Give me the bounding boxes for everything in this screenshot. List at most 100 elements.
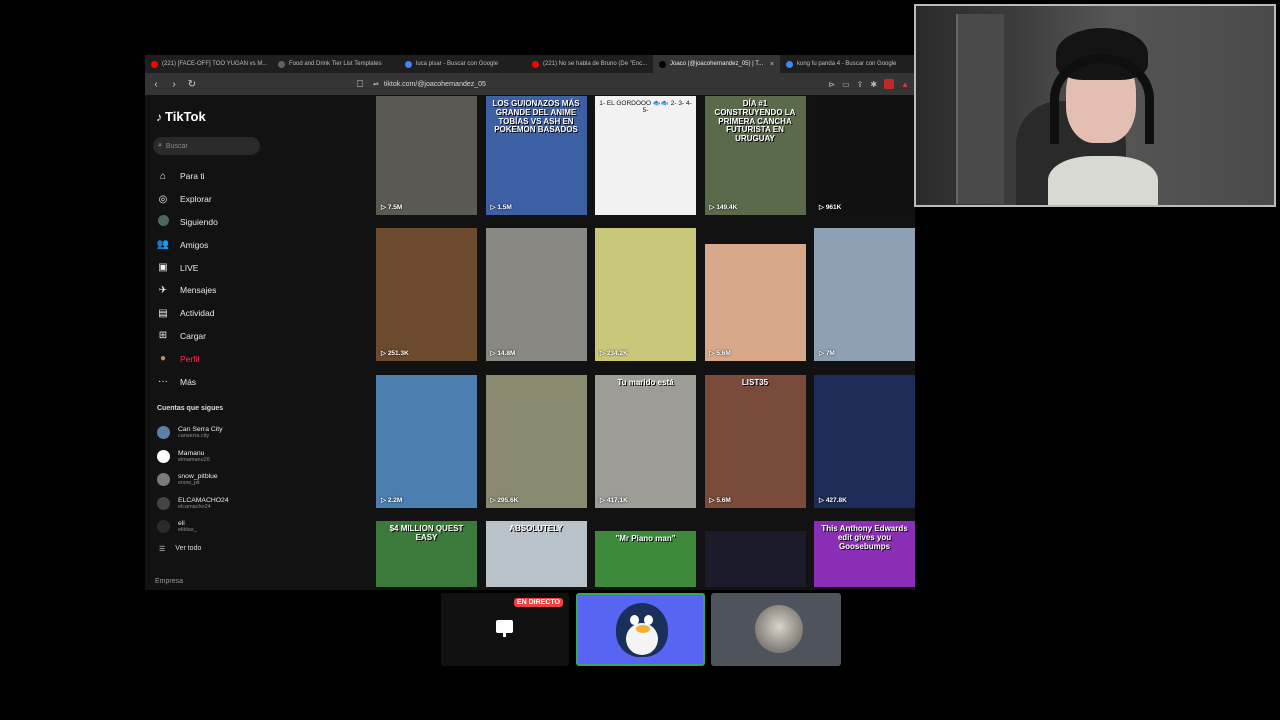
extension-icon[interactable]: ✱ xyxy=(870,80,877,89)
browser-toolbar-icons: ⊳ ▭ ⇪ ✱ ▲ xyxy=(828,79,909,89)
following-item[interactable]: ELCAMACHO24 elcamacho24 xyxy=(157,492,229,516)
nav-item-ms[interactable]: ··· Más xyxy=(156,370,218,393)
call-tile-screenshare[interactable]: EN DIRECTO xyxy=(441,593,569,666)
video-thumbnail[interactable]: "Mr Piano man" xyxy=(595,531,696,587)
nav-item-cargar[interactable]: ⊞ Cargar xyxy=(156,325,218,348)
nav-label: Explorar xyxy=(180,194,212,205)
browser-tab[interactable]: luca pisar - Buscar con Google xyxy=(399,55,526,73)
video-thumbnail[interactable]: This Anthony Edwards edit gives you Goos… xyxy=(814,521,915,587)
video-thumbnail[interactable]: ▷ 295.6K xyxy=(485,375,587,508)
tiktok-logo[interactable]: ♪ TikTok xyxy=(156,109,206,124)
site-info-icon[interactable]: ⇌ xyxy=(373,80,379,88)
following-name: Can Serra City xyxy=(178,426,223,434)
reload-icon[interactable]: ↻ xyxy=(187,79,197,90)
video-thumbnail[interactable]: ▷ 427.8K xyxy=(814,375,915,508)
video-thumbnail[interactable]: ABSOLUTELY xyxy=(485,521,587,587)
back-icon[interactable]: ‹ xyxy=(151,79,161,90)
bookmark-icon[interactable]: ⎕ xyxy=(355,79,365,90)
call-tile-friend[interactable] xyxy=(711,593,841,666)
video-caption: LOS GUIONAZOS MÁS GRANDE DEL ANIME TOBÍA… xyxy=(492,99,580,135)
following-item[interactable]: Can Serra City canserra.city xyxy=(157,421,229,445)
menu-icon[interactable]: ▲ xyxy=(901,80,909,89)
company-link[interactable]: Empresa xyxy=(155,578,183,585)
view-count-value: 14.8M xyxy=(497,350,516,357)
call-tile-penguin[interactable] xyxy=(576,593,705,666)
nav-item-actividad[interactable]: ▤ Actividad xyxy=(156,302,218,325)
search-placeholder: Buscar xyxy=(165,142,188,150)
video-thumbnail[interactable] xyxy=(704,531,806,587)
video-thumbnail[interactable]: ▷ 7M xyxy=(814,228,915,361)
video-thumbnail[interactable]: ▷ 2.2M xyxy=(376,375,477,508)
video-thumbnail[interactable]: ▷ 5.6M xyxy=(704,244,806,361)
view-count-value: 2.2M xyxy=(387,497,403,504)
penguin-beak xyxy=(636,625,650,633)
nav-item-perfil[interactable]: ● Perfil xyxy=(156,347,218,370)
tab-bar: (221) [FACE-OFF] TOO YUGAN vs M... Food a… xyxy=(145,55,915,73)
see-all-link[interactable]: ☰ Ver todo xyxy=(159,545,201,553)
following-name: snow_pitblue xyxy=(178,473,218,481)
forward-icon[interactable]: › xyxy=(169,79,179,90)
search-field[interactable]: ⌕ Buscar xyxy=(153,137,260,155)
cast-icon[interactable]: ▭ xyxy=(842,80,850,89)
tab-favicon-icon xyxy=(151,60,158,68)
address-bar: ‹ › ↻ ⎕ ⇌ tiktok.com/@joacohernandez_05 … xyxy=(145,73,915,95)
more-icon: ··· xyxy=(158,376,168,388)
browser-tab[interactable]: kung fu panda 4 - Buscar con Google xyxy=(780,55,907,73)
browser-tab[interactable]: Food and Drink Tier List Templates xyxy=(272,55,399,73)
play-icon: ▷ xyxy=(381,350,388,357)
url-field[interactable]: ⇌ tiktok.com/@joacohernandez_05 xyxy=(373,80,486,89)
play-icon: ▷ xyxy=(600,497,607,504)
video-thumbnail[interactable]: ▷ 7.5M xyxy=(376,96,477,215)
media-icon[interactable]: ⊳ xyxy=(828,80,835,89)
video-thumbnail[interactable]: 1- EL GORDOOO 🐟🐟 2- 3- 4- 5- xyxy=(595,96,696,215)
browser-tab[interactable]: (221) No se habla de Bruno (De "Enc... xyxy=(526,55,653,73)
video-thumbnail[interactable]: ▷ 961K xyxy=(814,96,915,215)
nav-label: Más xyxy=(180,376,197,387)
nav-item-explorar[interactable]: ◎ Explorar xyxy=(156,188,218,211)
following-text: Mamanu elmamanu26 xyxy=(178,450,210,463)
following-name: Mamanu xyxy=(178,449,205,457)
following-item[interactable]: snow_pitblue snow_pit xyxy=(157,468,229,492)
following-item[interactable]: eli eliblas_ xyxy=(157,515,229,539)
play-icon: ▷ xyxy=(819,497,826,504)
browser-tab[interactable]: Joaco (@joacohernandez_05) | T... × xyxy=(653,55,780,73)
friend-avatar xyxy=(755,605,803,653)
friends-icon: 👥 xyxy=(156,239,170,251)
list-icon: ☰ xyxy=(159,546,166,553)
tab-label: Joaco (@joacohernandez_05) | T... xyxy=(670,61,764,67)
close-icon[interactable]: × xyxy=(770,61,774,68)
nav-item-parati[interactable]: ⌂ Para ti xyxy=(156,165,218,188)
video-thumbnail[interactable]: ▷ 234.2K xyxy=(595,228,696,361)
brave-shield-icon[interactable] xyxy=(884,79,895,89)
url-text: tiktok.com/@joacohernandez_05 xyxy=(383,80,486,88)
nav-item-mensajes[interactable]: ✈ Mensajes xyxy=(156,279,218,302)
video-thumbnail[interactable]: LIST35 ▷ 5.6M xyxy=(704,375,806,508)
tiktok-page: ♪ TikTok ⌕ Buscar ⌂ Para ti ◎ Explorar Sigui… xyxy=(145,95,915,590)
see-all-label: Ver todo xyxy=(175,545,202,552)
video-thumbnail[interactable]: Tu marido está ▷ 417.1K xyxy=(595,375,696,508)
view-count-value: 295.6K xyxy=(497,497,519,504)
headset-icon xyxy=(1050,54,1154,144)
share-icon[interactable]: ⇪ xyxy=(857,80,864,89)
tab-label: kung fu panda 4 - Buscar con Google xyxy=(797,61,897,67)
following-text: snow_pitblue snow_pit xyxy=(178,473,218,486)
view-count-value: 5.6M xyxy=(716,497,731,504)
nav-item-live[interactable]: ▣ LIVE xyxy=(156,256,218,279)
video-thumbnail[interactable]: ▷ 251.3K xyxy=(376,228,477,361)
play-icon: ▷ xyxy=(381,497,388,504)
play-icon: ▷ xyxy=(600,350,607,357)
tab-favicon-icon xyxy=(405,60,412,68)
video-thumbnail[interactable]: ▷ 14.8M xyxy=(485,228,587,361)
view-count-value: 427.8K xyxy=(825,497,847,504)
following-handle: elcamacho24 xyxy=(178,503,211,510)
live-badge: EN DIRECTO xyxy=(513,598,563,607)
video-thumbnail[interactable]: LOS GUIONAZOS MÁS GRANDE DEL ANIME TOBÍA… xyxy=(485,96,587,215)
nav-label: Mensajes xyxy=(180,285,217,296)
following-item[interactable]: Mamanu elmamanu26 xyxy=(157,445,229,469)
nav-item-siguiendo[interactable]: Siguiendo xyxy=(156,211,218,234)
video-thumbnail[interactable]: $4 MILLION QUEST EASY xyxy=(376,521,477,587)
nav-item-amigos[interactable]: 👥 Amigos xyxy=(156,233,218,256)
video-thumbnail[interactable]: DÍA #1 CONSTRUYENDO LA PRIMERA CANCHA FU… xyxy=(704,96,806,215)
following-name: ELCAMACHO24 xyxy=(178,496,229,504)
browser-tab[interactable]: (221) [FACE-OFF] TOO YUGAN vs M... xyxy=(145,55,272,73)
